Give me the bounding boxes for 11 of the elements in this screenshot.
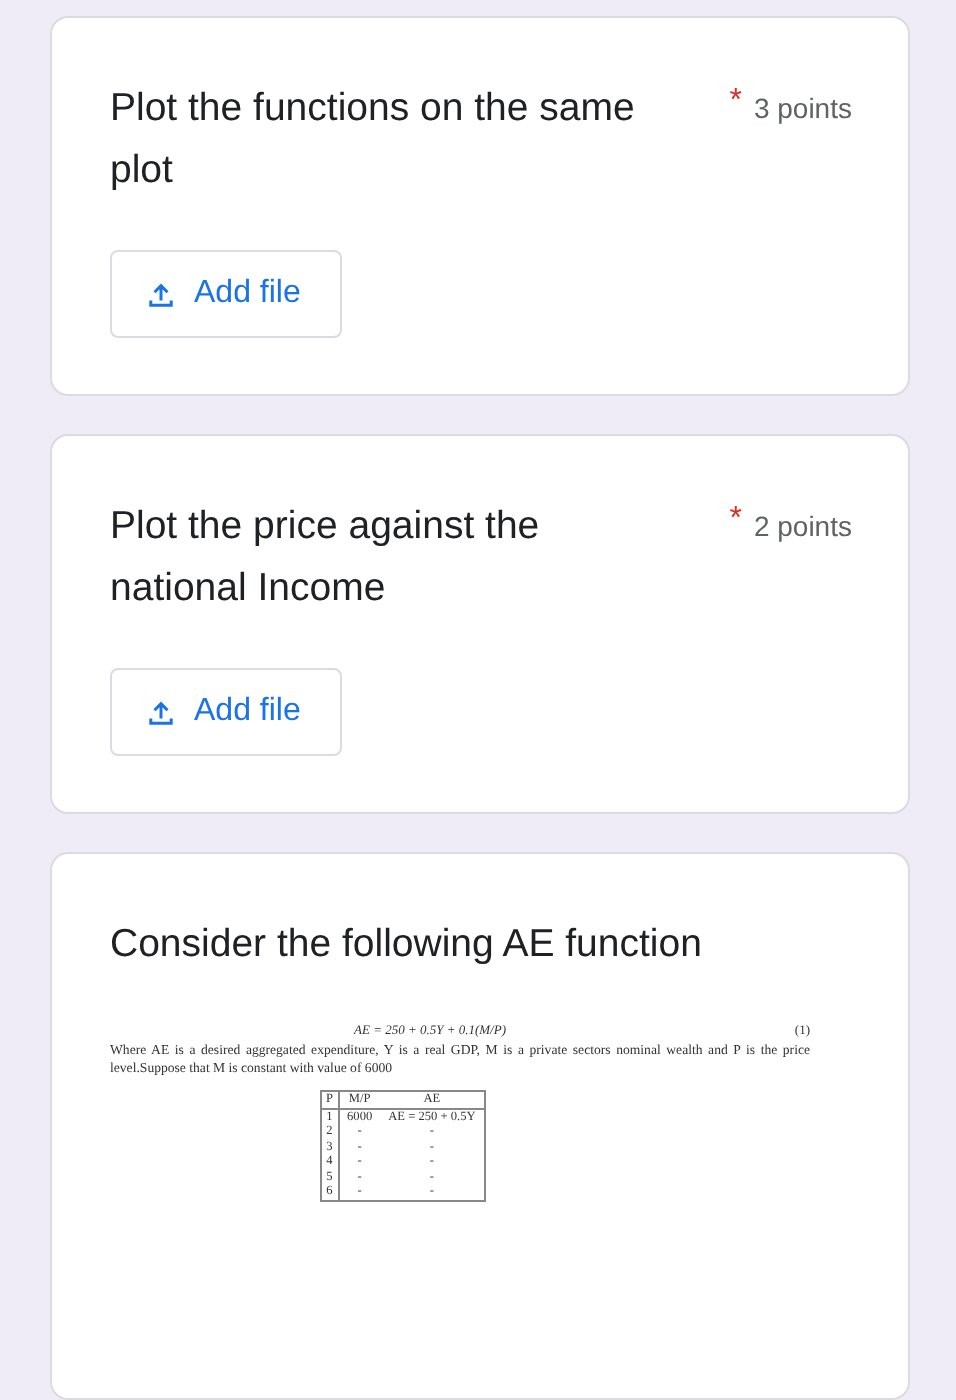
add-file-button[interactable]: Add file [110,250,343,338]
add-file-button[interactable]: Add file [110,668,343,756]
question-title: Consider the following AE function [110,920,704,970]
question-title: Plot the price against the national Income [110,502,542,614]
points-label: 3 points [753,90,852,128]
required-mark: * [729,82,742,122]
question-title: Plot the functions on the same plot [110,84,637,196]
required-mark: * [729,500,742,540]
upload-icon [148,281,174,307]
upload-icon [148,699,174,725]
points-label: 2 points [753,508,852,546]
